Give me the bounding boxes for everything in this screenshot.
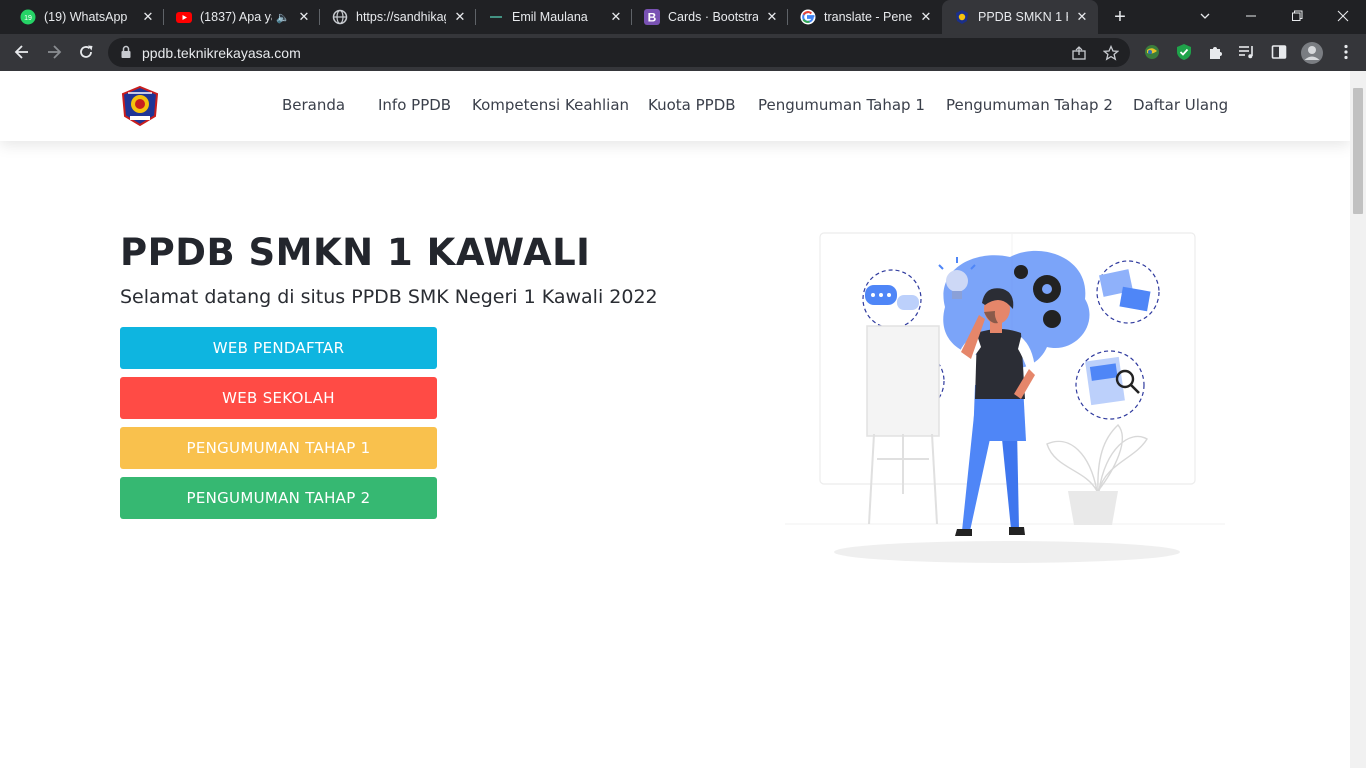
back-button[interactable] [8, 38, 36, 66]
tab-title: (19) WhatsApp [44, 10, 128, 24]
nav-kompetensi-keahlian[interactable]: Kompetensi Keahlian [472, 96, 629, 114]
media-queue-icon[interactable] [1237, 42, 1257, 62]
bookmark-star-icon[interactable] [1102, 44, 1120, 62]
close-tab-icon[interactable]: ✕ [764, 9, 780, 25]
tab-bootstrap[interactable]: B Cards · Bootstrap ✕ [632, 0, 788, 34]
browser-toolbar: ppdb.teknikrekayasa.com [0, 34, 1366, 71]
restore-button[interactable] [1274, 0, 1320, 32]
tab-title: https://sandhikag [356, 10, 446, 24]
browser-menu-icon[interactable] [1336, 42, 1356, 62]
hero-illustration [785, 232, 1225, 563]
close-window-button[interactable] [1320, 0, 1366, 32]
close-tab-icon[interactable]: ✕ [1074, 9, 1090, 25]
bootstrap-icon: B [644, 9, 660, 25]
tab-youtube[interactable]: (1837) Apa ya 🔈 ✕ [164, 0, 320, 34]
nav-pengumuman-tahap-1[interactable]: Pengumuman Tahap 1 [758, 96, 925, 114]
share-icon[interactable] [1070, 44, 1088, 62]
close-tab-icon[interactable]: ✕ [608, 9, 624, 25]
nav-info-ppdb[interactable]: Info PPDB [378, 96, 451, 114]
tab-sandhika[interactable]: https://sandhikag ✕ [320, 0, 476, 34]
tab-search-button[interactable] [1182, 0, 1228, 32]
nav-pengumuman-tahap-2[interactable]: Pengumuman Tahap 2 [946, 96, 1113, 114]
minimize-button[interactable] [1228, 0, 1274, 32]
tab-whatsapp[interactable]: 19 (19) WhatsApp ✕ [8, 0, 164, 34]
tab-title: Emil Maulana [512, 10, 588, 24]
nav-daftar-ulang[interactable]: Daftar Ulang [1133, 96, 1228, 114]
school-logo-icon [954, 9, 970, 25]
close-tab-icon[interactable]: ✕ [918, 9, 934, 25]
tab-title: translate - Penelu [824, 10, 912, 24]
globe-icon [332, 9, 348, 25]
tab-emil[interactable]: Emil Maulana ✕ [476, 0, 632, 34]
whatsapp-icon: 19 [20, 9, 36, 25]
pengumuman-tahap-1-button[interactable]: PENGUMUMAN TAHAP 1 [120, 427, 437, 469]
web-sekolah-button[interactable]: WEB SEKOLAH [120, 377, 437, 419]
web-pendaftar-button[interactable]: WEB PENDAFTAR [120, 327, 437, 369]
tab-title: Cards · Bootstrap [668, 10, 758, 24]
hero-title: PPDB SMKN 1 KAWALI [120, 231, 591, 274]
page-viewport: Beranda Info PPDB Kompetensi Keahlian Ku… [0, 71, 1350, 768]
side-panel-icon[interactable] [1269, 42, 1289, 62]
page-scrollbar[interactable] [1350, 71, 1366, 768]
scrollbar-thumb[interactable] [1353, 88, 1363, 214]
youtube-icon [176, 9, 192, 25]
hero-subtitle: Selamat datang di situs PPDB SMK Negeri … [120, 286, 658, 308]
close-tab-icon[interactable]: ✕ [452, 9, 468, 25]
tab-title: PPDB SMKN 1 KA [978, 10, 1068, 24]
svg-text:19: 19 [24, 15, 32, 22]
url-text[interactable]: ppdb.teknikrekayasa.com [142, 45, 301, 61]
shield-check-icon[interactable] [1174, 42, 1194, 62]
profile-avatar-icon[interactable] [1300, 41, 1324, 65]
address-bar[interactable]: ppdb.teknikrekayasa.com [108, 38, 1130, 67]
tab-ppdb[interactable]: PPDB SMKN 1 KA ✕ [942, 0, 1098, 34]
google-icon [800, 9, 816, 25]
tab-translate[interactable]: translate - Penelu ✕ [788, 0, 942, 34]
tab-strip: 19 (19) WhatsApp ✕ (1837) Apa ya 🔈 ✕ htt… [0, 0, 1366, 34]
pengumuman-tahap-2-button[interactable]: PENGUMUMAN TAHAP 2 [120, 477, 437, 519]
tab-title: (1837) Apa ya [200, 10, 272, 24]
speaker-icon[interactable]: 🔈 [276, 11, 290, 24]
new-tab-button[interactable]: + [1108, 5, 1132, 29]
close-tab-icon[interactable]: ✕ [140, 9, 156, 25]
site-navbar: Beranda Info PPDB Kompetensi Keahlian Ku… [0, 71, 1350, 141]
nav-kuota-ppdb[interactable]: Kuota PPDB [648, 96, 736, 114]
forward-button[interactable] [40, 38, 68, 66]
dash-icon [488, 9, 504, 25]
lock-icon[interactable] [120, 45, 132, 64]
extensions-puzzle-icon[interactable] [1206, 42, 1226, 62]
school-logo[interactable] [119, 85, 161, 127]
extension-globe-icon[interactable] [1142, 42, 1162, 62]
nav-beranda[interactable]: Beranda [282, 96, 345, 114]
close-tab-icon[interactable]: ✕ [296, 9, 312, 25]
reload-button[interactable] [72, 38, 100, 66]
svg-text:B: B [648, 11, 657, 25]
